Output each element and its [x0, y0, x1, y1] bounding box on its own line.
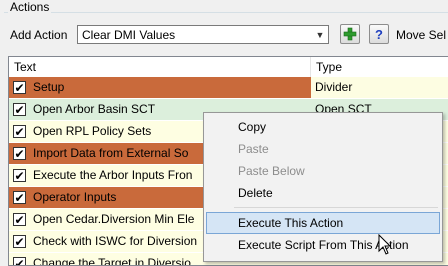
- plus-icon: [343, 27, 357, 41]
- checkmark-icon: ✔: [14, 81, 24, 95]
- menu-item-delete[interactable]: Delete: [206, 182, 440, 204]
- checkmark-icon: ✔: [14, 213, 24, 227]
- add-action-label: Add Action: [10, 28, 67, 42]
- checkmark-icon: ✔: [14, 147, 24, 161]
- checkmark-icon: ✔: [14, 235, 24, 249]
- text-cell: ✔ Setup: [9, 77, 311, 98]
- row-checkbox[interactable]: ✔: [13, 147, 26, 160]
- row-text: Execute the Arbor Inputs Fron: [33, 165, 192, 186]
- row-text: Change the Target in Diversio: [33, 253, 191, 266]
- row-text: Open Arbor Basin SCT: [33, 99, 155, 120]
- checkmark-icon: ✔: [14, 125, 24, 139]
- row-text: Setup: [33, 77, 64, 98]
- menu-item-paste[interactable]: Paste: [206, 138, 440, 160]
- row-text: Import Data from External So: [33, 143, 188, 164]
- row-checkbox[interactable]: ✔: [13, 125, 26, 138]
- move-selection-label: Move Sel: [396, 28, 446, 42]
- actions-group-border: [4, 12, 448, 13]
- row-checkbox[interactable]: ✔: [13, 169, 26, 182]
- row-checkbox[interactable]: ✔: [13, 81, 26, 94]
- column-header-text[interactable]: Text: [9, 57, 311, 77]
- table-row[interactable]: ✔ Setup Divider: [9, 77, 448, 99]
- mouse-pointer-icon: [378, 234, 392, 256]
- help-button[interactable]: ?: [369, 24, 389, 44]
- menu-separator: [234, 207, 438, 208]
- checkmark-icon: ✔: [14, 191, 24, 205]
- row-text: Check with ISWC for Diversion: [33, 231, 197, 252]
- menu-item-execute-script-from-this-action[interactable]: Execute Script From This Action: [206, 234, 440, 256]
- row-checkbox[interactable]: ✔: [13, 213, 26, 226]
- checkmark-icon: ✔: [14, 169, 24, 183]
- row-text: Open Cedar.Diversion Min Ele: [33, 209, 194, 230]
- context-menu: Copy Paste Paste Below Delete Execute Th…: [203, 112, 443, 262]
- menu-item-paste-below[interactable]: Paste Below: [206, 160, 440, 182]
- action-type-value: Clear DMI Values: [82, 28, 175, 42]
- add-action-button[interactable]: [340, 24, 360, 44]
- actions-group-title: Actions: [8, 0, 51, 14]
- menu-item-execute-this-action[interactable]: Execute This Action: [206, 212, 440, 234]
- row-text: Operator Inputs: [33, 187, 116, 208]
- menu-item-copy[interactable]: Copy: [206, 116, 440, 138]
- help-icon: ?: [375, 27, 383, 42]
- table-header: Text Type: [9, 57, 448, 78]
- row-checkbox[interactable]: ✔: [13, 191, 26, 204]
- row-text: Open RPL Policy Sets: [33, 121, 151, 142]
- checkmark-icon: ✔: [14, 103, 24, 117]
- type-cell: Divider: [311, 77, 448, 98]
- checkmark-icon: ✔: [14, 257, 24, 266]
- column-header-type[interactable]: Type: [311, 57, 448, 77]
- row-checkbox[interactable]: ✔: [13, 103, 26, 116]
- row-checkbox[interactable]: ✔: [13, 235, 26, 248]
- chevron-down-icon[interactable]: ▼: [312, 26, 328, 43]
- action-type-combobox[interactable]: Clear DMI Values ▼: [77, 25, 329, 44]
